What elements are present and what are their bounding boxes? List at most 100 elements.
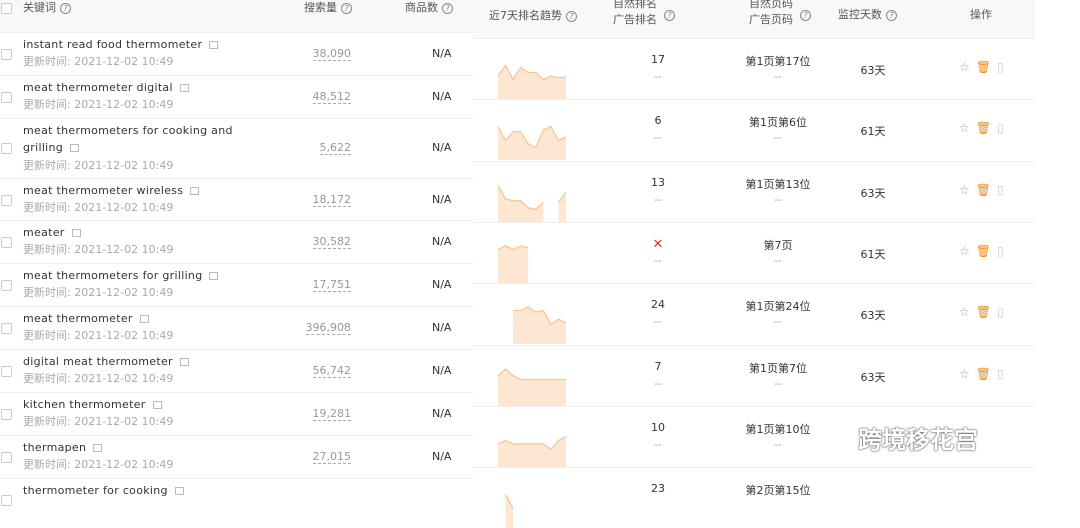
note-icon[interactable]: ▯ [997, 367, 1004, 381]
organic-page: 第1页第24位 [745, 300, 811, 314]
help-icon[interactable]: ? [664, 10, 675, 21]
star-icon[interactable]: ☆ [959, 305, 970, 319]
help-icon[interactable]: ? [800, 10, 811, 21]
external-link-icon[interactable] [209, 272, 219, 280]
help-icon[interactable]: ? [566, 10, 577, 22]
row-checkbox[interactable] [1, 452, 12, 463]
trend-sparkline [498, 436, 566, 467]
ad-rank: -- [654, 131, 662, 145]
trash-icon[interactable]: 🗑 [976, 244, 991, 258]
ranking-row: 13 -- 第1页第13位 -- 63天 ☆ 🗑 ▯ [473, 160, 1035, 222]
trash-icon[interactable]: 🗑 [976, 305, 991, 319]
help-icon[interactable]: ? [886, 9, 897, 21]
note-icon[interactable]: ▯ [997, 121, 1004, 135]
header-trend: 近7天排名趋势? [489, 8, 577, 24]
row-checkbox[interactable] [1, 143, 12, 154]
update-time: 更新时间: 2021-12-02 10:49 [23, 415, 174, 428]
external-link-icon[interactable] [179, 358, 189, 366]
watermark: 跨境移花宫 [858, 426, 978, 454]
search-volume[interactable]: 48,512 [312, 90, 351, 104]
trash-icon[interactable]: 🗑 [976, 121, 991, 135]
external-link-icon[interactable] [190, 187, 200, 195]
note-icon[interactable]: ▯ [997, 60, 1004, 74]
external-link-icon[interactable] [93, 444, 103, 452]
search-volume[interactable]: 38,090 [312, 47, 351, 61]
row-checkbox[interactable] [1, 280, 12, 291]
product-count: N/A [432, 193, 452, 206]
monitor-days: 63天 [860, 64, 886, 77]
product-count: N/A [432, 235, 452, 248]
note-icon[interactable]: ▯ [997, 183, 1004, 197]
star-icon[interactable]: ☆ [959, 121, 970, 135]
search-volume[interactable]: 17,751 [312, 278, 351, 292]
search-volume[interactable]: 56,742 [312, 364, 351, 378]
help-icon[interactable]: ? [341, 2, 352, 14]
row-checkbox[interactable] [1, 195, 12, 206]
star-icon[interactable]: ☆ [959, 244, 970, 258]
keyword-row: meat thermometers for cooking and grilli… [0, 118, 473, 178]
star-icon[interactable]: ☆ [959, 183, 970, 197]
row-checkbox[interactable] [1, 495, 12, 506]
organic-page: 第1页第13位 [745, 177, 811, 191]
trash-icon[interactable]: 🗑 [976, 367, 991, 381]
product-count: N/A [432, 141, 452, 154]
search-volume[interactable]: 19,281 [312, 407, 351, 421]
row-checkbox[interactable] [1, 409, 12, 420]
search-volume[interactable]: 5,622 [319, 141, 351, 155]
keyword-link[interactable]: digital meat thermometer [23, 353, 253, 370]
external-link-icon[interactable] [152, 401, 162, 409]
search-volume[interactable]: 27,015 [312, 450, 351, 464]
row-actions: ☆ 🗑 ▯ [959, 305, 1010, 319]
ad-page: -- [774, 131, 782, 145]
external-link-icon[interactable] [71, 229, 81, 237]
search-volume[interactable]: 396,908 [305, 321, 351, 335]
organic-rank: 10 [651, 420, 665, 434]
row-checkbox[interactable] [1, 366, 12, 377]
star-icon[interactable]: ☆ [959, 60, 970, 74]
keyword-link[interactable]: kitchen thermometer [23, 396, 253, 413]
help-icon[interactable]: ? [60, 2, 71, 14]
ad-page: -- [774, 437, 782, 451]
select-all-checkbox[interactable] [1, 3, 12, 14]
row-checkbox[interactable] [1, 237, 12, 248]
monitor-days: 63天 [860, 370, 886, 384]
external-link-icon[interactable] [209, 41, 219, 49]
trash-icon[interactable]: 🗑 [976, 183, 991, 197]
external-link-icon[interactable] [70, 144, 80, 152]
star-icon[interactable]: ☆ [959, 367, 970, 381]
monitor-days: 63天 [860, 309, 886, 323]
trend-area [513, 307, 566, 345]
keyword-link[interactable]: meat thermometers for grilling [23, 267, 253, 284]
ad-page: -- [774, 315, 782, 329]
row-checkbox[interactable] [1, 49, 12, 60]
ranking-row: 23 第2页第15位 [473, 467, 1035, 528]
trend-sparkline [498, 64, 566, 99]
keyword-link[interactable]: instant read food thermometer [23, 36, 253, 53]
row-checkbox[interactable] [1, 92, 12, 103]
search-volume[interactable]: 18,172 [312, 193, 351, 207]
keyword-link[interactable]: meat thermometer wireless [23, 182, 253, 199]
keyword-row: meat thermometer 更新时间: 2021-12-02 10:49 … [0, 306, 473, 349]
row-checkbox[interactable] [1, 323, 12, 334]
external-link-icon[interactable] [139, 315, 149, 323]
product-count: N/A [432, 450, 452, 463]
organic-rank: 23 [651, 482, 665, 496]
help-icon[interactable]: ? [442, 2, 453, 14]
note-icon[interactable]: ▯ [997, 244, 1004, 258]
trash-icon[interactable]: 🗑 [976, 60, 991, 74]
row-actions: ☆ 🗑 ▯ [959, 121, 1010, 135]
monitor-days: 63天 [860, 186, 886, 200]
header-page: 自然页码 广告页码 [749, 0, 793, 26]
organic-page: 第1页第6位 [749, 116, 807, 130]
keyword-link[interactable]: thermometer for cooking [23, 482, 253, 499]
keyword-link[interactable]: meater [23, 224, 253, 241]
search-volume[interactable]: 30,582 [312, 235, 351, 249]
keyword-link[interactable]: meat thermometer digital [23, 79, 253, 96]
external-link-icon[interactable] [179, 84, 189, 92]
external-link-icon[interactable] [174, 487, 184, 495]
keyword-link[interactable]: meat thermometer [23, 310, 253, 327]
note-icon[interactable]: ▯ [997, 305, 1004, 319]
keyword-link[interactable]: meat thermometers for cooking and grilli… [23, 122, 253, 156]
keyword-link[interactable]: thermapen [23, 439, 253, 456]
ad-rank: -- [654, 315, 662, 329]
